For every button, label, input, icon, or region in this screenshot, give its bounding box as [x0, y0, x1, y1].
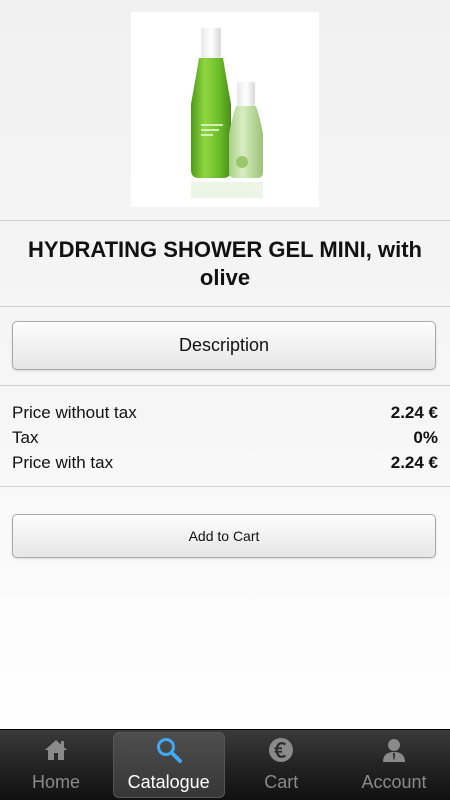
tab-label: Account	[361, 772, 427, 792]
tab-label: Home	[31, 772, 80, 792]
add-to-cart-button[interactable]: Add to Cart	[12, 514, 436, 558]
tab-label: Cart	[264, 772, 299, 792]
shower-gel-bottles-illustration	[191, 28, 263, 198]
euro-icon	[267, 736, 295, 764]
product-detail-page: HYDRATING SHOWER GEL MINI, with olive De…	[0, 0, 450, 800]
product-image	[131, 12, 319, 207]
tab-account[interactable]: Account	[338, 730, 450, 799]
product-image-section	[0, 0, 450, 221]
tab-cart[interactable]: Cart	[225, 730, 337, 799]
price-section: Price without tax 2.24 € Tax 0% Price wi…	[0, 386, 450, 487]
tab-home[interactable]: Home	[0, 730, 112, 799]
price-table: Price without tax 2.24 € Tax 0% Price wi…	[12, 400, 438, 475]
search-icon	[155, 736, 183, 764]
price-value: 2.24 €	[390, 452, 438, 472]
description-button[interactable]: Description	[12, 321, 436, 370]
price-value: 0%	[413, 427, 438, 447]
price-label: Price with tax	[12, 452, 114, 472]
tab-label: Catalogue	[127, 772, 210, 792]
description-section: Description	[0, 307, 450, 386]
user-icon	[380, 736, 408, 764]
product-title-section: HYDRATING SHOWER GEL MINI, with olive	[0, 221, 450, 307]
price-value: 2.24 €	[390, 402, 438, 422]
price-label: Price without tax	[12, 402, 137, 422]
price-label: Tax	[12, 427, 39, 447]
tab-catalogue[interactable]: Catalogue	[112, 732, 225, 798]
price-row-tax: Tax 0%	[12, 425, 438, 450]
price-row-without-tax: Price without tax 2.24 €	[12, 400, 438, 425]
bottom-nav: Home Catalogue Cart Account	[0, 729, 450, 800]
price-row-with-tax: Price with tax 2.24 €	[12, 450, 438, 475]
home-icon	[42, 736, 70, 764]
product-title: HYDRATING SHOWER GEL MINI, with olive	[28, 236, 422, 290]
